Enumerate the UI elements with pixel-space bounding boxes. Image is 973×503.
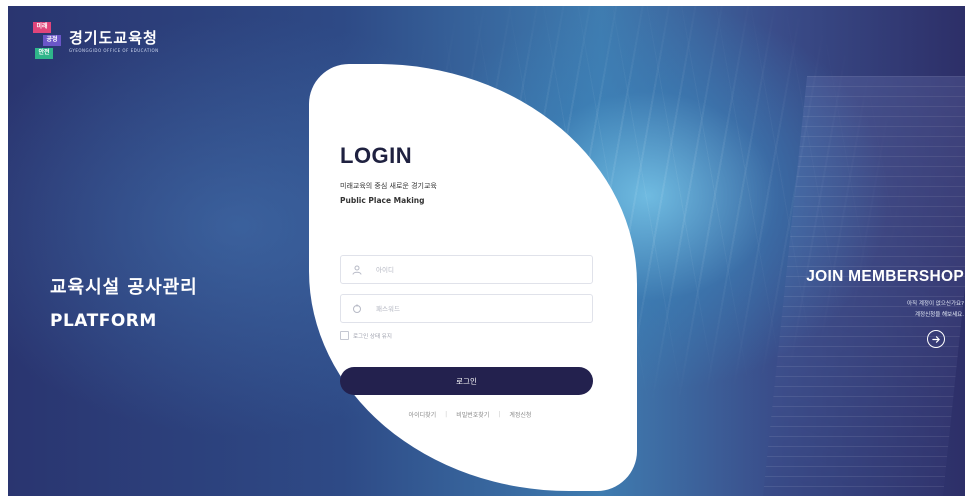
lock-icon: [350, 302, 364, 316]
logo-mark-word-3: 안전: [35, 48, 53, 59]
link-divider: |: [498, 411, 501, 418]
password-input[interactable]: [374, 303, 568, 314]
user-icon: [350, 263, 364, 277]
id-input[interactable]: [374, 264, 568, 275]
link-divider: |: [445, 411, 448, 418]
login-button[interactable]: 로그인: [340, 367, 593, 395]
account-links: 아이디찾기 | 비밀번호찾기 | 계정신청: [370, 410, 570, 419]
platform-title-korean: 교육시설 공사관리: [50, 277, 198, 298]
login-tagline-korean: 미래교육의 중심 새로운 경기교육: [340, 182, 437, 190]
brand-name: 경기도교육청: [69, 28, 158, 47]
login-tagline-english: Public Place Making: [340, 196, 425, 205]
logo-mark-icon: 미래 공정 안전: [33, 22, 63, 60]
brand-subtitle: GYEONGGIDO OFFICE OF EDUCATION: [69, 47, 159, 53]
remember-login-checkbox[interactable]: [340, 331, 349, 340]
arrow-right-circle-icon[interactable]: [927, 330, 945, 348]
find-id-link[interactable]: 아이디찾기: [409, 410, 437, 419]
request-account-link[interactable]: 계정신청: [509, 410, 531, 419]
brand-logo[interactable]: 미래 공정 안전 경기도교육청 GYEONGGIDO OFFICE OF EDU…: [33, 22, 159, 60]
find-password-link[interactable]: 비밀번호찾기: [456, 410, 489, 419]
join-line-1: 아직 계정이 없으신가요?: [906, 301, 964, 307]
remember-login-label: 로그인 상태 유지: [353, 333, 392, 340]
join-title: JOIN MEMBERSHOP: [806, 268, 964, 285]
join-membership-panel: JOIN MEMBERSHOP 아직 계정이 없으신가요? 계정신청을 해보세요…: [806, 268, 964, 318]
logo-mark-word-2: 공정: [43, 35, 61, 46]
login-heading: LOGIN: [340, 143, 413, 168]
id-field[interactable]: [340, 255, 593, 284]
join-line-2: 계정신청을 해보세요.: [914, 312, 964, 318]
remember-login[interactable]: 로그인 상태 유지: [340, 331, 392, 340]
platform-title-english: PLATFORM: [50, 311, 157, 331]
logo-mark-word-1: 미래: [33, 22, 51, 33]
platform-title: 교육시설 공사관리 PLATFORM: [50, 273, 198, 331]
password-field[interactable]: [340, 294, 593, 323]
